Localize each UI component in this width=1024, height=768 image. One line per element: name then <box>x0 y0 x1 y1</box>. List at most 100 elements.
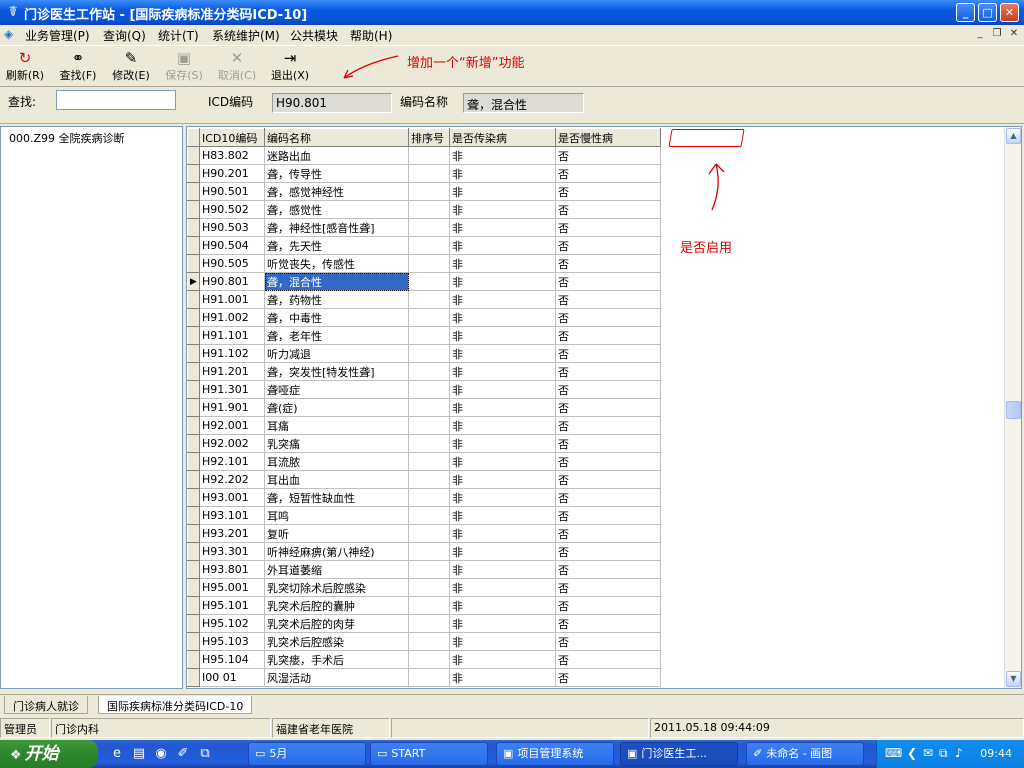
cell-infectious[interactable]: 非 <box>449 434 556 453</box>
cell-icd10-code[interactable]: H91.102 <box>199 344 265 363</box>
cell-sort-no[interactable] <box>408 416 450 435</box>
cell-code-name[interactable]: 聋，神经性[感音性聋] <box>264 218 409 237</box>
cell-icd10-code[interactable]: H93.801 <box>199 560 265 579</box>
row-indicator[interactable] <box>187 524 200 543</box>
table-row[interactable]: H92.002 乳突痛 非否 <box>187 434 661 453</box>
row-indicator[interactable] <box>187 236 200 255</box>
media-icon[interactable]: ◉ <box>152 745 170 763</box>
cell-chronic[interactable]: 否 <box>555 290 661 309</box>
menu-item-system[interactable]: 系统维护(M) <box>212 27 280 44</box>
cell-code-name[interactable]: 乳突切除术后腔感染 <box>264 578 409 597</box>
cell-code-name[interactable]: 聋(症) <box>264 398 409 417</box>
volume-icon[interactable]: ♪ <box>955 746 963 760</box>
column-header-code-name[interactable]: 编码名称 <box>264 128 409 147</box>
row-indicator[interactable] <box>187 254 200 273</box>
table-row[interactable]: H90.201 聋，传导性 非否 <box>187 164 661 183</box>
cell-code-name[interactable]: 聋，感觉性 <box>264 200 409 219</box>
row-indicator[interactable] <box>187 182 200 201</box>
table-row[interactable]: H95.103 乳突术后腔感染 非否 <box>187 632 661 651</box>
icd-table[interactable]: ICD10编码 编码名称 排序号 是否传染病 是否慢性病 H83.802 迷路出血… <box>187 128 661 687</box>
cell-sort-no[interactable] <box>408 578 450 597</box>
column-header-sort-no[interactable]: 排序号 <box>408 128 450 147</box>
cell-icd10-code[interactable]: I00 01 <box>199 668 265 687</box>
cell-chronic[interactable]: 否 <box>555 326 661 345</box>
column-header-chronic[interactable]: 是否慢性病 <box>555 128 661 147</box>
cell-infectious[interactable]: 非 <box>449 164 556 183</box>
cell-infectious[interactable]: 非 <box>449 362 556 381</box>
cell-code-name[interactable]: 乳突术后腔感染 <box>264 632 409 651</box>
row-indicator[interactable] <box>187 632 200 651</box>
cell-chronic[interactable]: 否 <box>555 380 661 399</box>
table-row[interactable]: H90.502 聋，感觉性 非否 <box>187 200 661 219</box>
cell-infectious[interactable]: 非 <box>449 182 556 201</box>
cell-icd10-code[interactable]: H95.104 <box>199 650 265 669</box>
cell-chronic[interactable]: 否 <box>555 182 661 201</box>
table-row[interactable]: H90.503 聋，神经性[感音性聋] 非否 <box>187 218 661 237</box>
table-row[interactable]: H93.101 耳鸣 非否 <box>187 506 661 525</box>
cell-infectious[interactable]: 非 <box>449 398 556 417</box>
cell-sort-no[interactable] <box>408 506 450 525</box>
scroll-down-icon[interactable]: ▼ <box>1006 671 1021 687</box>
row-indicator[interactable] <box>187 470 200 489</box>
start-button[interactable]: ❖ 开始 <box>0 740 98 768</box>
cell-code-name[interactable]: 乳突瘘，手术后 <box>264 650 409 669</box>
table-row[interactable]: H91.201 聋，突发性[特发性聋] 非否 <box>187 362 661 381</box>
row-indicator[interactable] <box>187 164 200 183</box>
cell-icd10-code[interactable]: H92.001 <box>199 416 265 435</box>
mdi-restore-button[interactable]: ❐ <box>990 27 1004 41</box>
cell-infectious[interactable]: 非 <box>449 380 556 399</box>
cell-infectious[interactable]: 非 <box>449 650 556 669</box>
cell-sort-no[interactable] <box>408 272 450 291</box>
row-indicator[interactable] <box>187 488 200 507</box>
cell-infectious[interactable]: 非 <box>449 218 556 237</box>
cell-sort-no[interactable] <box>408 326 450 345</box>
cell-infectious[interactable]: 非 <box>449 524 556 543</box>
row-indicator[interactable] <box>187 542 200 561</box>
cell-chronic[interactable]: 否 <box>555 578 661 597</box>
cell-icd10-code[interactable]: H91.001 <box>199 290 265 309</box>
cell-sort-no[interactable] <box>408 470 450 489</box>
document-icon[interactable]: ▤ <box>130 745 148 763</box>
row-indicator[interactable] <box>187 290 200 309</box>
menu-item-help[interactable]: 帮助(H) <box>350 27 392 44</box>
taskbar-item-start[interactable]: ▭ START <box>370 742 488 766</box>
cell-icd10-code[interactable]: H93.101 <box>199 506 265 525</box>
cell-sort-no[interactable] <box>408 542 450 561</box>
menu-item-public[interactable]: 公共模块 <box>290 27 338 44</box>
cell-chronic[interactable]: 否 <box>555 542 661 561</box>
cell-infectious[interactable]: 非 <box>449 488 556 507</box>
cell-infectious[interactable]: 非 <box>449 254 556 273</box>
row-indicator[interactable] <box>187 200 200 219</box>
cell-chronic[interactable]: 否 <box>555 470 661 489</box>
table-row[interactable]: H91.901 聋(症) 非否 <box>187 398 661 417</box>
row-indicator[interactable] <box>187 650 200 669</box>
cell-code-name[interactable]: 聋，老年性 <box>264 326 409 345</box>
search-input[interactable] <box>56 90 176 110</box>
cell-icd10-code[interactable]: H90.502 <box>199 200 265 219</box>
refresh-button[interactable]: ↻ 刷新(R) <box>0 49 50 83</box>
cell-code-name[interactable]: 耳流脓 <box>264 452 409 471</box>
cell-chronic[interactable]: 否 <box>555 632 661 651</box>
cell-sort-no[interactable] <box>408 524 450 543</box>
cell-icd10-code[interactable]: H95.001 <box>199 578 265 597</box>
cell-chronic[interactable]: 否 <box>555 236 661 255</box>
cell-chronic[interactable]: 否 <box>555 434 661 453</box>
cell-icd10-code[interactable]: H91.301 <box>199 380 265 399</box>
cell-infectious[interactable]: 非 <box>449 236 556 255</box>
cell-sort-no[interactable] <box>408 236 450 255</box>
cell-infectious[interactable]: 非 <box>449 344 556 363</box>
cell-icd10-code[interactable]: H90.201 <box>199 164 265 183</box>
cell-icd10-code[interactable]: H92.002 <box>199 434 265 453</box>
cell-icd10-code[interactable]: H90.503 <box>199 218 265 237</box>
cell-chronic[interactable]: 否 <box>555 272 661 291</box>
table-row[interactable]: H90.504 聋，先天性 非否 <box>187 236 661 255</box>
mail-icon[interactable]: ✉ <box>923 746 933 760</box>
row-indicator[interactable] <box>187 578 200 597</box>
title-bar[interactable]: ☤ 门诊医生工作站 - [国际疾病标准分类码ICD-10] _ □ ✕ <box>0 0 1024 25</box>
row-indicator[interactable] <box>187 416 200 435</box>
cell-icd10-code[interactable]: H93.201 <box>199 524 265 543</box>
row-indicator[interactable]: ▶ <box>187 272 200 291</box>
cell-chronic[interactable]: 否 <box>555 362 661 381</box>
table-row[interactable]: H90.501 聋，感觉神经性 非否 <box>187 182 661 201</box>
table-row[interactable]: H83.802 迷路出血 非否 <box>187 146 661 165</box>
